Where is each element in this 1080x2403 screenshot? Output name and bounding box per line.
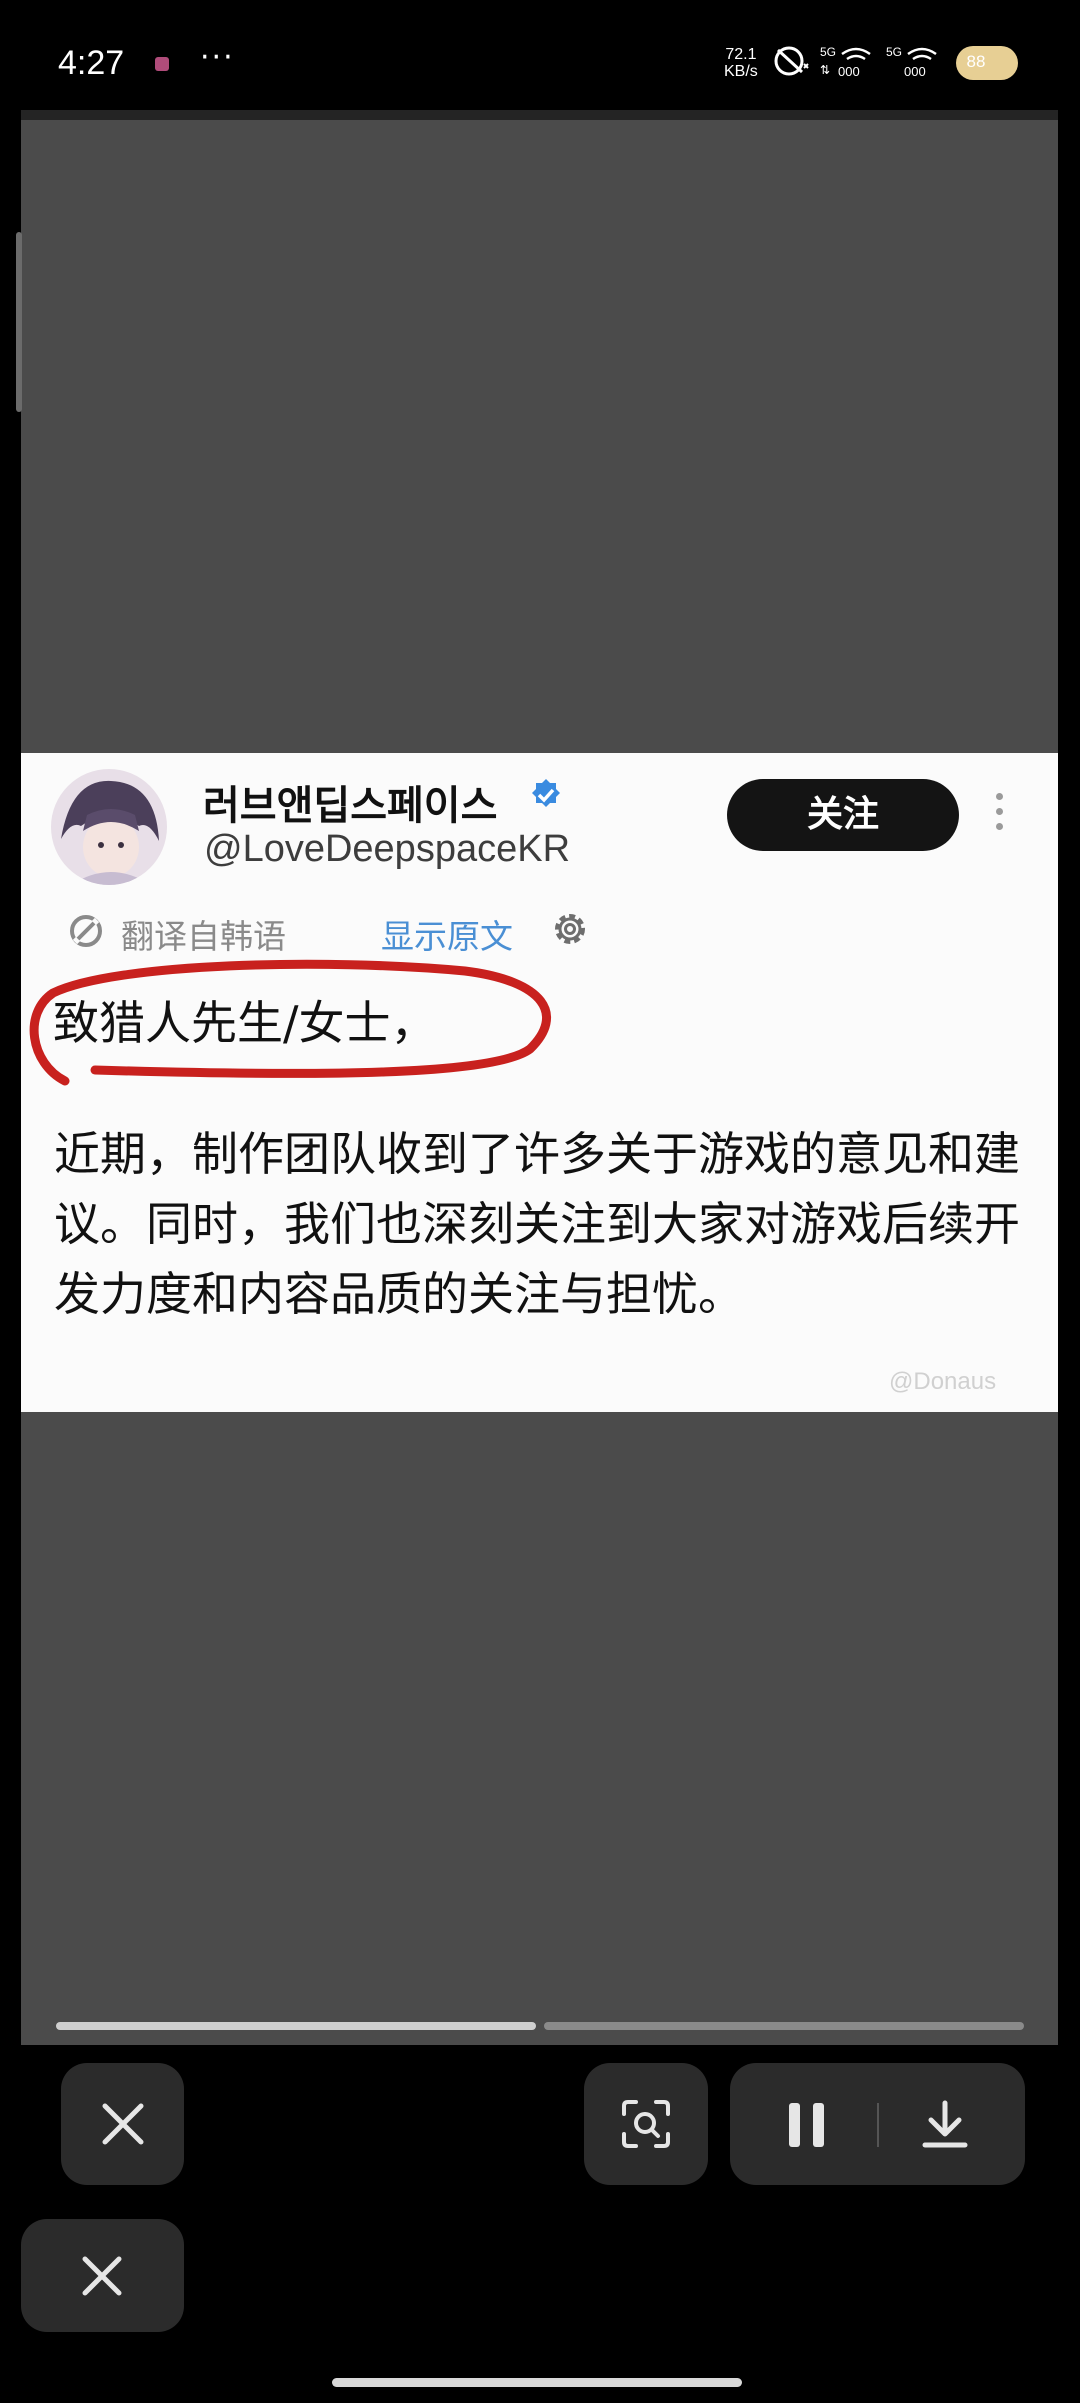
avatar[interactable] <box>51 769 167 885</box>
do-not-disturb-icon <box>774 46 809 76</box>
avatar-image <box>51 769 167 885</box>
network-speed-value: 72.1 <box>725 46 757 63</box>
edge-scroll-handle[interactable] <box>16 232 22 412</box>
close-icon <box>82 2256 122 2296</box>
post-card: 러브앤딥스페이스 @LoveDeepspaceKR 关注 翻译自韩语 显示原文 … <box>21 753 1058 1412</box>
author-handle[interactable]: @LoveDeepspaceKR <box>204 828 570 871</box>
download-icon[interactable] <box>919 2099 971 2151</box>
signal-5g-icon: 5G ⇅ 000 <box>820 45 871 79</box>
post-body: 近期，制作团队收到了许多关于游戏的意见和建议。同时，我们也深刻关注到大家对游戏后… <box>54 1127 1020 1321</box>
verified-badge-icon <box>532 779 560 807</box>
status-time: 4:27 <box>58 44 125 82</box>
pause-icon[interactable] <box>785 2101 829 2149</box>
close-icon <box>102 2103 144 2145</box>
playback-controls <box>730 2063 1025 2185</box>
signal-5g-icon-2: 5G 000 <box>886 45 937 79</box>
scan-button[interactable] <box>584 2063 708 2185</box>
post-greeting: 致猎人先生/女士， <box>53 996 437 1050</box>
show-original-link[interactable]: 显示原文 <box>381 910 513 958</box>
battery-icon: 88 <box>956 46 1018 80</box>
progress-segment-2 <box>544 2022 1024 2030</box>
svg-text:5G: 5G <box>820 45 836 59</box>
scan-icon <box>622 2100 670 2148</box>
svg-text:000: 000 <box>904 64 926 79</box>
home-indicator[interactable] <box>332 2378 742 2387</box>
notification-icon <box>155 57 169 71</box>
viewer-top-band <box>21 110 1058 120</box>
close-button[interactable] <box>61 2063 184 2185</box>
svg-text:⇅: ⇅ <box>820 63 830 77</box>
translate-icon <box>70 915 102 947</box>
network-speed: 72.1 KB/s <box>724 46 758 80</box>
gear-icon[interactable] <box>547 906 593 952</box>
more-notifications-icon: ··· <box>200 40 235 75</box>
story-progress <box>56 2022 1024 2030</box>
network-speed-unit: KB/s <box>724 63 758 80</box>
status-bar: 4:27 ··· 72.1 KB/s 5G ⇅ 000 5G 000 88 <box>0 0 1080 120</box>
author-name[interactable]: 러브앤딥스페이스 <box>203 773 497 831</box>
svg-text:5G: 5G <box>886 45 902 59</box>
watermark: @Donaus <box>889 1368 997 1395</box>
svg-text:000: 000 <box>838 64 860 79</box>
translated-from-label: 翻译自韩语 <box>121 917 286 956</box>
controls-divider <box>877 2103 879 2147</box>
follow-button[interactable]: 关注 <box>727 779 959 851</box>
battery-level: 88 <box>966 52 986 71</box>
more-options-icon[interactable] <box>996 793 1004 838</box>
dismiss-button[interactable] <box>21 2219 184 2332</box>
progress-segment-1 <box>56 2022 536 2030</box>
